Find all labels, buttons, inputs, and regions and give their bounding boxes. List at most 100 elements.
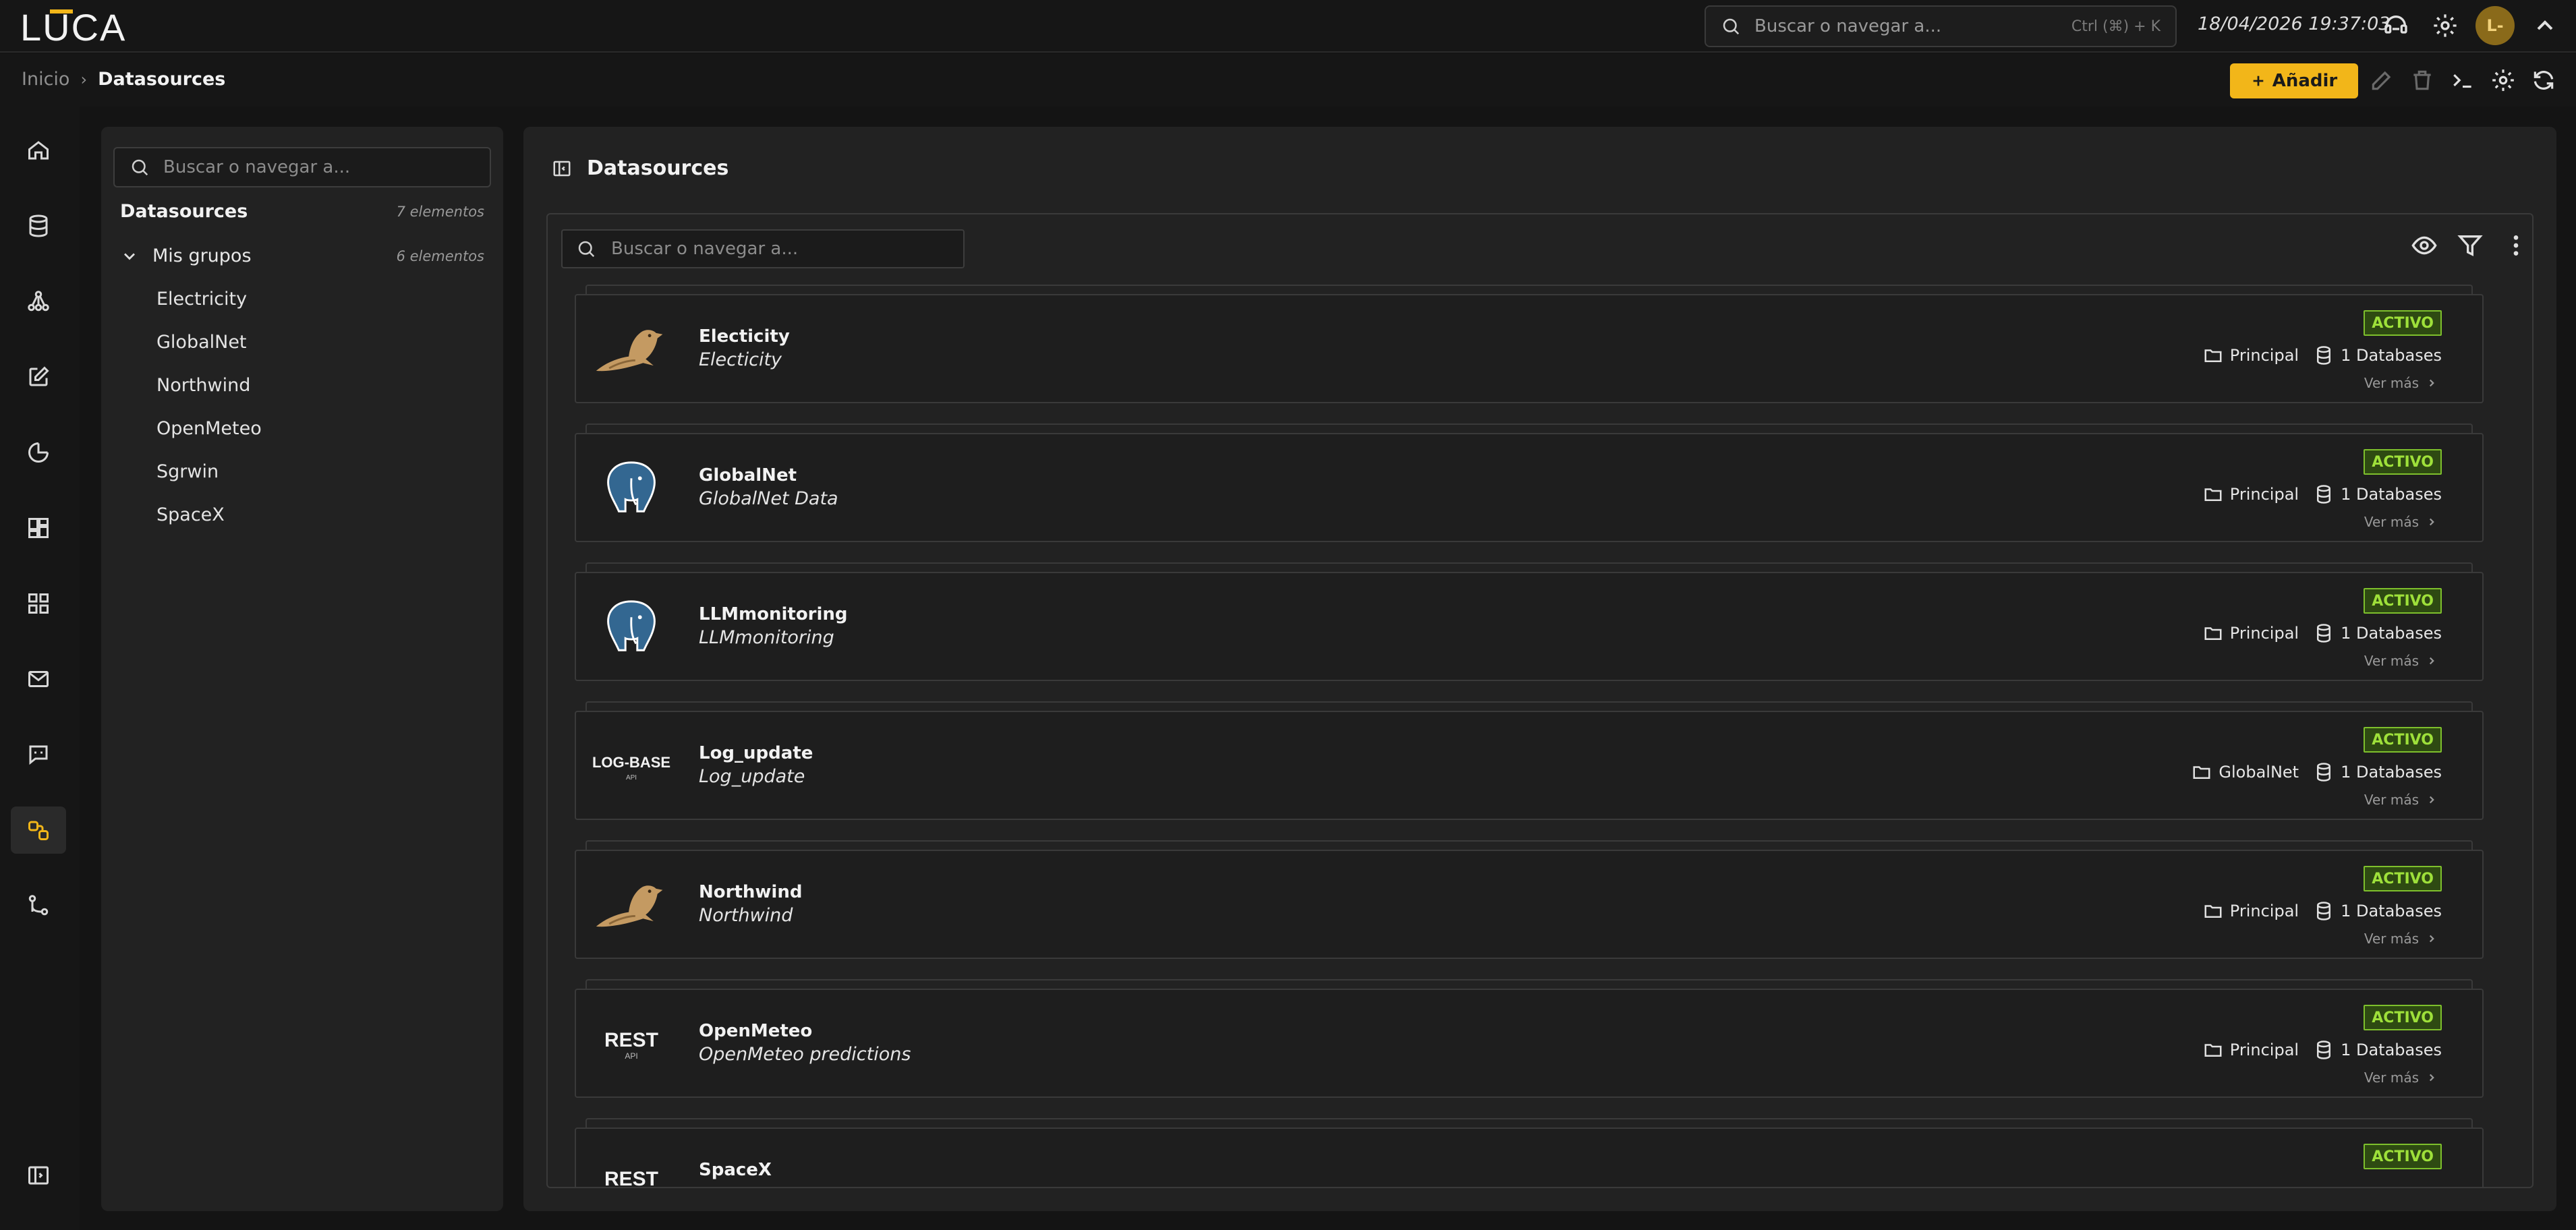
edit-pencil-icon[interactable] (2369, 67, 2395, 93)
datasource-group: GlobalNet (2219, 763, 2299, 782)
database-icon (2317, 902, 2331, 920)
datasource-name: LLMmonitoring (699, 604, 848, 624)
nav-collapse-toggle[interactable] (11, 1152, 66, 1199)
see-more-link[interactable]: Ver más (2364, 375, 2438, 391)
eye-icon[interactable] (2411, 232, 2438, 259)
chevron-up-icon[interactable] (2531, 12, 2558, 39)
tree-search-input[interactable]: Buscar o navegar a... (113, 147, 491, 187)
tree-root-datasources[interactable]: Datasources 7 elementos (120, 201, 484, 222)
rest-api-icon: REST (592, 1152, 670, 1187)
navigation-rail (0, 107, 80, 1230)
datasource-card-body[interactable]: REST SpaceX ACTIVO (575, 1128, 2484, 1187)
see-more-link[interactable]: Ver más (2364, 1070, 2438, 1086)
datasource-card-body[interactable]: Northwind Northwind ACTIVO Principal 1 D… (575, 850, 2484, 959)
datasource-card-body[interactable]: REST API OpenMeteo OpenMeteo predictions … (575, 989, 2484, 1098)
chat-icon (29, 745, 48, 765)
chevron-right-icon (2429, 657, 2434, 665)
page-title: Datasources (587, 156, 729, 180)
breadcrumb: Inicio › Datasources (22, 69, 225, 90)
see-more-link[interactable]: Ver más (2364, 792, 2438, 808)
network-nodes-icon (28, 291, 49, 312)
filter-icon[interactable] (2457, 232, 2484, 259)
database-icon (2317, 624, 2331, 643)
top-bar: LUCA Buscar o navegar a... Ctrl (⌘) + K … (0, 0, 2576, 53)
datasource-description: GlobalNet Data (699, 488, 838, 509)
search-icon (132, 159, 148, 176)
gear-icon[interactable] (2432, 12, 2459, 39)
nav-models[interactable] (11, 278, 66, 325)
nav-workflows[interactable] (11, 882, 66, 929)
luca-logo[interactable]: LUCA (20, 8, 148, 45)
refresh-icon[interactable] (2531, 67, 2556, 93)
tree-item-spacex[interactable]: SpaceX (156, 504, 225, 525)
datasource-card[interactable]: LLMmonitoring LLMmonitoring ACTIVO Princ… (575, 562, 2484, 684)
datasource-card[interactable]: REST API OpenMeteo OpenMeteo predictions … (575, 979, 2484, 1101)
nav-datasources[interactable] (11, 807, 66, 854)
datasource-card-body[interactable]: GlobalNet GlobalNet Data ACTIVO Principa… (575, 433, 2484, 542)
rest-logo-sub: API (625, 1051, 637, 1061)
logbase-logo-sub: API (626, 774, 637, 782)
tree-item-electricity[interactable]: Electricity (156, 289, 247, 310)
datasource-db-count: 1 Databases (2341, 346, 2442, 365)
see-more-link[interactable]: Ver más (2364, 514, 2438, 530)
tree-group-mis-grupos[interactable]: Mis grupos 6 elementos (120, 245, 484, 266)
datasource-card-body[interactable]: LOG-BASE API Log_update Log_update ACTIVO… (575, 711, 2484, 820)
datasource-description: Log_update (699, 766, 805, 787)
more-vertical-icon[interactable] (2502, 232, 2529, 259)
breadcrumb-home-link[interactable]: Inicio (22, 69, 69, 90)
list-search-placeholder: Buscar o navegar a... (611, 239, 799, 259)
datasource-name: Log_update (699, 743, 813, 763)
collapse-panel-icon[interactable] (552, 158, 572, 179)
search-icon (578, 241, 595, 258)
mysql-dolphin-icon (592, 874, 670, 936)
nav-dashboards[interactable] (11, 504, 66, 552)
dashboard-icon (28, 518, 49, 538)
chevron-down-icon[interactable] (120, 247, 139, 266)
datasource-description: OpenMeteo predictions (699, 1044, 911, 1065)
datasource-card[interactable]: REST SpaceX ACTIVO (575, 1118, 2484, 1187)
nav-chat[interactable] (11, 731, 66, 778)
nav-databases[interactable] (11, 202, 66, 250)
datasource-card[interactable]: GlobalNet GlobalNet Data ACTIVO Principa… (575, 423, 2484, 545)
trash-icon[interactable] (2409, 67, 2435, 93)
folder-icon (2204, 905, 2222, 918)
datasource-name: OpenMeteo (699, 1021, 813, 1041)
tree-item-northwind[interactable]: Northwind (156, 375, 250, 396)
grid-icon (28, 593, 49, 614)
nav-analytics[interactable] (11, 429, 66, 476)
datasource-card-body[interactable]: LLMmonitoring LLMmonitoring ACTIVO Princ… (575, 572, 2484, 681)
logbase-logo-text: LOG-BASE (592, 754, 670, 771)
add-button[interactable]: Añadir (2230, 63, 2358, 98)
tree-search-placeholder: Buscar o navegar a... (163, 157, 351, 177)
sidebar-expand-icon (28, 1166, 49, 1185)
user-avatar[interactable]: L- (2475, 6, 2515, 45)
datasource-tree-panel: Buscar o navegar a... Datasources 7 elem… (101, 127, 503, 1211)
nav-home[interactable] (11, 127, 66, 174)
datasource-link-icon (28, 821, 49, 840)
datasource-card[interactable]: Northwind Northwind ACTIVO Principal 1 D… (575, 840, 2484, 962)
datasource-name: Electicity (699, 326, 790, 347)
tree-item-sgrwin[interactable]: Sgrwin (156, 461, 219, 482)
list-search-input[interactable]: Buscar o navegar a... (561, 229, 965, 268)
database-icon (2317, 485, 2331, 504)
breadcrumb-current: Datasources (98, 69, 226, 90)
tree-item-openmeteo[interactable]: OpenMeteo (156, 418, 262, 439)
datasource-card-body[interactable]: Electicity Electicity ACTIVO Principal 1… (575, 294, 2484, 403)
settings-icon[interactable] (2490, 67, 2516, 93)
global-search-input[interactable]: Buscar o navegar a... Ctrl (⌘) + K (1705, 5, 2177, 47)
folder-icon (2204, 627, 2222, 640)
terminal-icon[interactable] (2450, 67, 2475, 93)
nav-editor[interactable] (11, 353, 66, 401)
see-more-link[interactable]: Ver más (2364, 653, 2438, 669)
see-more-link[interactable]: Ver más (2364, 931, 2438, 947)
tree-item-globalnet[interactable]: GlobalNet (156, 332, 247, 353)
datasource-name: Northwind (699, 882, 803, 902)
see-more-label: Ver más (2364, 653, 2419, 669)
support-agent-icon[interactable] (2382, 12, 2409, 39)
nav-apps[interactable] (11, 580, 66, 627)
folder-icon (2193, 766, 2210, 779)
status-badge: ACTIVO (2364, 727, 2442, 753)
datasource-card[interactable]: LOG-BASE API Log_update Log_update ACTIVO… (575, 701, 2484, 823)
datasource-card[interactable]: Electicity Electicity ACTIVO Principal 1… (575, 285, 2484, 406)
nav-mail[interactable] (11, 655, 66, 703)
